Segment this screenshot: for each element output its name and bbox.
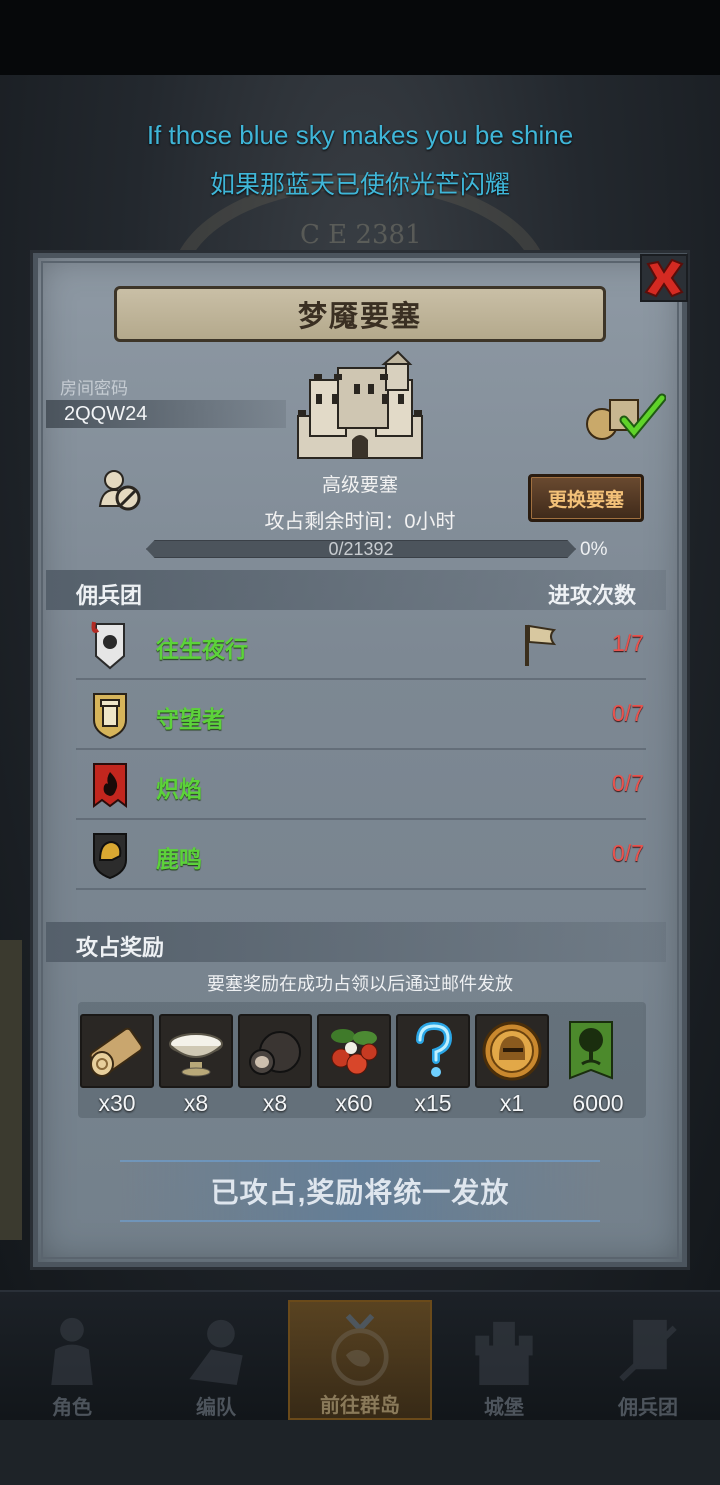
attack-count: 1/7 [612, 630, 644, 656]
castle-icon [475, 1321, 533, 1386]
subtitle-english: If those blue sky makes you be shine [146, 120, 574, 150]
berries-icon [331, 1029, 378, 1075]
close-icon [640, 254, 688, 302]
nav-item-islands[interactable]: 前往群岛 [288, 1300, 432, 1420]
silver-bowl-icon [169, 1033, 223, 1077]
gold-helmet-coin-icon [482, 1021, 542, 1081]
mercenary-name: 守望者 [156, 706, 225, 732]
reward-item[interactable] [554, 1014, 628, 1088]
knight-icon [51, 1317, 93, 1386]
reward-quantity: x1 [499, 1090, 525, 1116]
castle-icon [297, 350, 423, 459]
mercenary-header: 佣兵团 [76, 583, 143, 608]
wood-log-icon [89, 1027, 143, 1077]
reward-quantity: x60 [335, 1090, 373, 1116]
captured-status-button[interactable]: 已攻占,奖励将统一发放 [120, 1160, 600, 1222]
flame-banner-icon [93, 763, 127, 808]
room-password-value[interactable]: 2QQW24 [64, 403, 147, 426]
capture-progress-percent: 0% [580, 539, 608, 560]
capture-progress-text: 0/21392 [328, 539, 394, 559]
tree-banner-icon [569, 1021, 613, 1080]
nav-label: 佣兵团 [618, 1397, 678, 1419]
subtitle-chinese: 如果那蓝天已使你光芒闪耀 [209, 171, 510, 199]
attack-count: 0/7 [612, 770, 644, 796]
skull-banner-icon [91, 621, 125, 670]
attacks-header: 进攻次数 [548, 583, 637, 608]
reward-quantity: 6000 [572, 1090, 624, 1116]
islands-globe-icon [331, 1313, 389, 1386]
left-side-decoration [0, 940, 22, 1240]
change-fortress-button[interactable]: 更换要塞 [528, 474, 644, 522]
top-black-bar [0, 0, 720, 75]
rewards-note: 要塞奖励在成功占领以后通过邮件发放 [207, 974, 513, 994]
reward-quantity: x30 [98, 1090, 136, 1116]
nav-item-character[interactable]: 角色 [0, 1300, 144, 1420]
mercenary-row[interactable]: 炽焰 0/7 [76, 752, 646, 820]
system-bottom-bar [0, 1420, 720, 1485]
mercenary-row[interactable]: 往生夜行 1/7 [76, 612, 646, 680]
captured-status-label: 已攻占,奖励将统一发放 [210, 1177, 510, 1208]
reward-quantity: x8 [183, 1090, 209, 1116]
nav-label: 编队 [196, 1397, 236, 1419]
reward-item[interactable] [159, 1014, 233, 1088]
tower-shield-icon [93, 693, 127, 740]
mercenary-icon [619, 1319, 677, 1382]
reward-quantity: x8 [262, 1090, 288, 1116]
nav-label: 城堡 [484, 1397, 524, 1419]
mercenary-name: 鹿鸣 [156, 846, 202, 872]
dialog-title-plaque: 梦魇要塞 [114, 286, 606, 342]
mercenary-row[interactable]: 守望者 0/7 [76, 682, 646, 750]
room-password-label: 房间密码 [60, 379, 128, 398]
mystery-question-icon [416, 1021, 453, 1077]
attack-flag-icon [525, 624, 557, 666]
attack-count: 0/7 [612, 700, 644, 726]
mercenary-name: 往生夜行 [156, 636, 248, 662]
nav-label: 前往群岛 [320, 1395, 400, 1417]
helmet-shield-icon [93, 833, 127, 880]
reward-item[interactable] [317, 1014, 391, 1088]
nav-label: 角色 [52, 1397, 92, 1419]
mercenary-name: 炽焰 [156, 776, 202, 802]
formation-icon [189, 1319, 243, 1386]
clock-text: C E 2381 [300, 220, 422, 250]
kick-player-icon[interactable] [96, 466, 144, 514]
dialog-title: 梦魇要塞 [297, 301, 422, 333]
reward-quantity: x15 [414, 1090, 452, 1116]
reward-item[interactable] [80, 1014, 154, 1088]
close-button[interactable] [638, 252, 690, 304]
loot-check-icon[interactable] [584, 392, 666, 442]
reward-item[interactable] [238, 1014, 312, 1088]
change-fortress-label: 更换要塞 [547, 489, 624, 511]
attack-count: 0/7 [612, 840, 644, 866]
mercenary-row[interactable]: 鹿鸣 0/7 [76, 822, 646, 890]
nav-item-castle[interactable]: 城堡 [432, 1300, 576, 1420]
reward-item[interactable] [475, 1014, 549, 1088]
nav-item-formation[interactable]: 编队 [144, 1300, 288, 1420]
nav-item-mercenary[interactable]: 佣兵团 [576, 1300, 720, 1420]
rewards-header: 攻占奖励 [76, 935, 165, 960]
reward-item[interactable] [396, 1014, 470, 1088]
truffle-icon [249, 1031, 301, 1075]
